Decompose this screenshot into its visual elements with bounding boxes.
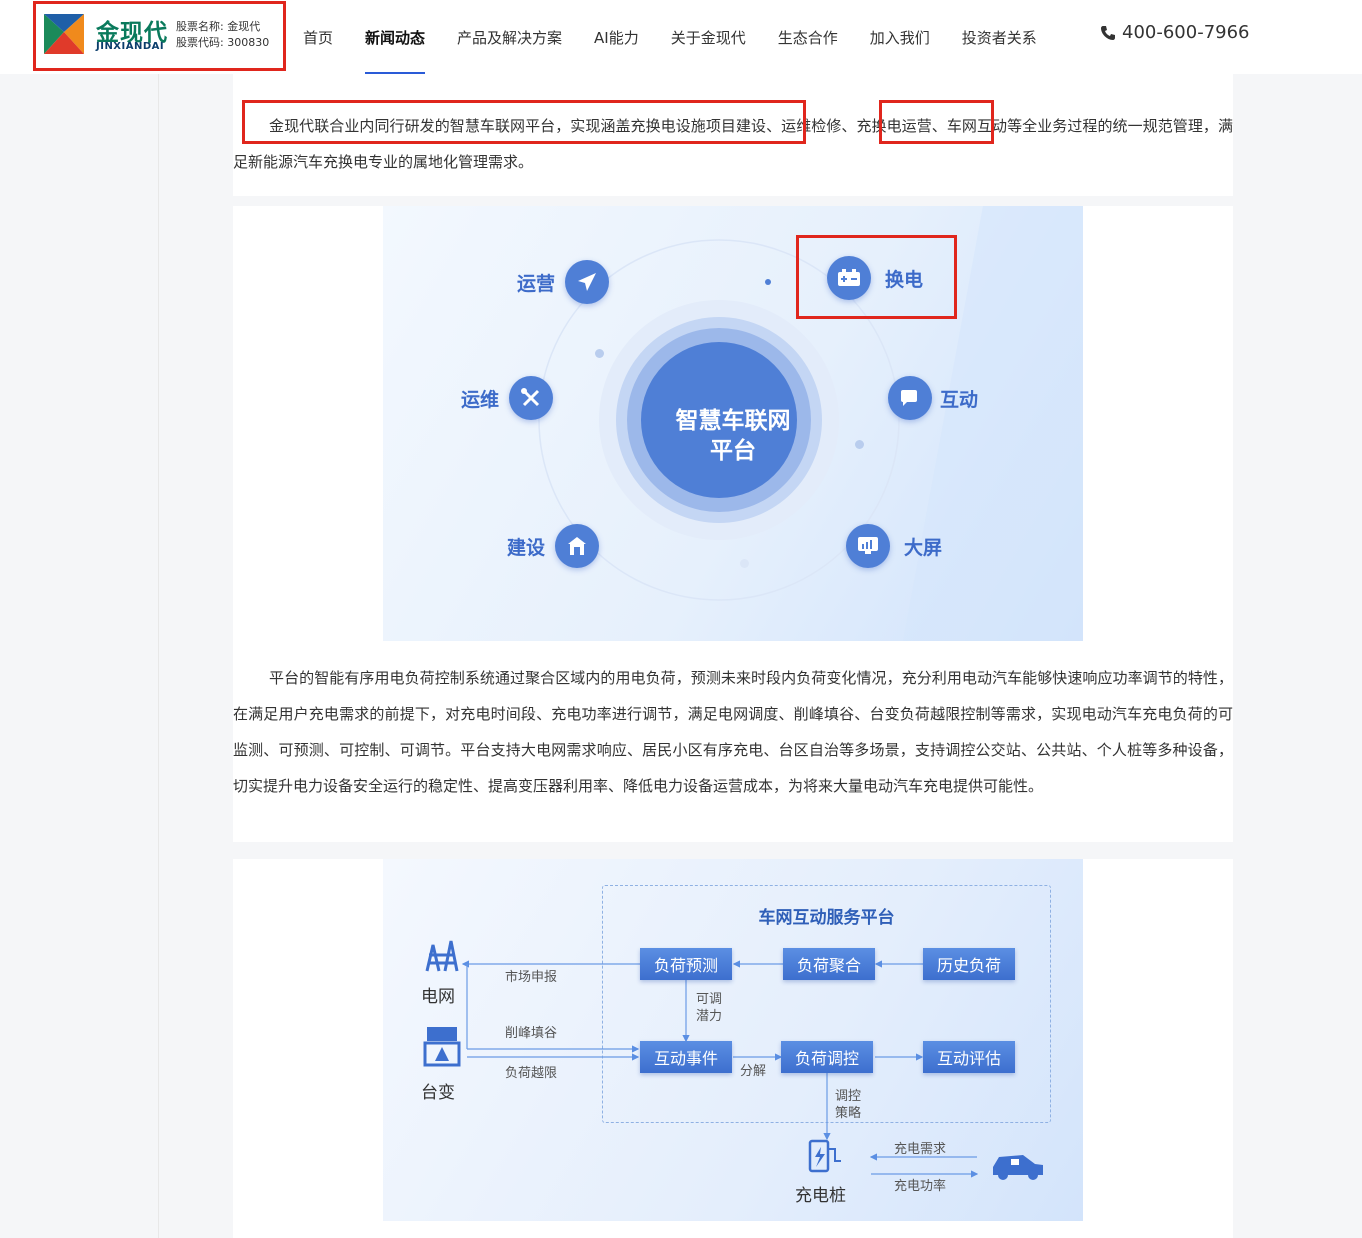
node-interact: 互动 [888,376,978,420]
platform-center-label: 智慧车联网 平台 [640,406,826,466]
nav-item-home[interactable]: 首页 [303,0,333,74]
highlight-box [242,100,806,144]
stock-name-label: 股票名称: [176,20,224,33]
nav-item-ai[interactable]: AI能力 [594,0,639,74]
monitor-icon [846,524,890,568]
label-strategy-1: 调控 [835,1089,862,1104]
node-build-label: 建设 [507,536,546,559]
phone-icon [1101,25,1115,40]
node-screen-label: 大屏 [904,536,943,559]
decor-dot [855,440,864,449]
label-strategy-2: 策略 [835,1106,862,1121]
node-operate-label: 运营 [517,272,556,295]
battery-icon [827,256,871,300]
node-build: 建设 [507,524,600,568]
label-charger: 充电桩 [795,1186,846,1206]
nav-item-investors[interactable]: 投资者关系 [962,0,1037,74]
node-swap: 换电 [827,256,923,300]
site-header: 金现代 JINXIANDAI 股票名称: 金现代 股票代码: 300830 首页… [0,0,1362,74]
stock-code-label: 股票代码: [176,36,224,49]
node-interact-label: 互动 [940,388,979,411]
label-decompose: 分解 [740,1064,767,1079]
nav-item-about[interactable]: 关于金现代 [671,0,746,74]
nav-item-careers[interactable]: 加入我们 [870,0,930,74]
node-swap-label: 换电 [885,268,924,291]
node-screen: 大屏 [846,524,942,568]
v2g-flow-diagram: 车网互动服务平台 负荷预测 负荷聚合 历史负荷 互动事件 负荷调控 互动评估 电… [383,859,1083,1221]
node-maintain-label: 运维 [461,388,500,411]
label-potential-2: 潜力 [696,1009,723,1024]
logo-highlight-box[interactable]: 金现代 JINXIANDAI 股票名称: 金现代 股票代码: 300830 [33,1,286,71]
label-market: 市场申报 [505,970,558,985]
flow-arrows [423,940,1043,1180]
phone-number: 400-600-7966 [1122,22,1250,43]
stock-name: 金现代 [227,20,261,33]
box-load-forecast: 负荷预测 [640,948,732,980]
logo-subtext: JINXIANDAI [96,41,165,52]
decor-dot [765,279,771,285]
label-power: 充电功率 [894,1179,947,1194]
platform-diagram: 智慧车联网 平台 运营 换电 运维 互动 建设 大屏 [383,206,1083,641]
nav-item-news[interactable]: 新闻动态 [365,0,426,74]
nav-item-products[interactable]: 产品及解决方案 [457,0,562,74]
box-interact-event: 互动事件 [640,1041,732,1073]
stock-code: 300830 [227,36,270,49]
node-maintain: 运维 [461,376,554,420]
label-overlimit: 负荷越限 [505,1066,558,1081]
label-strategy: 调控 策略 [835,1088,861,1122]
stock-info: 股票名称: 金现代 股票代码: 300830 [176,19,269,51]
tools-icon [509,376,554,420]
transformer-icon [423,1027,461,1067]
decor-dot [595,349,604,358]
logo-icon [44,14,84,54]
decor-dot [740,559,749,568]
phone-contact[interactable]: 400-600-7966 [1100,22,1250,43]
article-paragraph-2: 平台的智能有序用电负荷控制系统通过聚合区域内的用电负荷，预测未来时段内负荷变化情… [233,669,1233,795]
label-demand: 充电需求 [894,1142,947,1157]
highlight-box [879,100,994,144]
nav-item-ecosystem[interactable]: 生态合作 [778,0,838,74]
label-potential-1: 可调 [696,992,723,1007]
label-transformer: 台变 [421,1083,455,1103]
box-load-aggregate: 负荷聚合 [783,948,875,980]
main-nav: 首页 新闻动态 产品及解决方案 AI能力 关于金现代 生态合作 加入我们 投资者… [303,0,1069,74]
label-potential: 可调 潜力 [696,991,722,1025]
paper-plane-icon [565,260,610,304]
label-peak: 削峰填谷 [505,1026,558,1041]
charger-icon [808,1139,841,1173]
center-line-2: 平台 [710,438,756,464]
sidebar-divider [158,74,159,1238]
node-operate: 运营 [517,260,610,304]
label-grid: 电网 [421,987,455,1007]
power-tower-icon [425,940,459,972]
building-icon [555,524,600,568]
car-icon [993,1155,1043,1180]
chat-icon [888,376,932,420]
box-load-history: 历史负荷 [923,948,1015,980]
box-load-control: 负荷调控 [781,1041,873,1073]
center-line-1: 智慧车联网 [675,408,791,434]
box-interact-evaluate: 互动评估 [923,1041,1015,1073]
